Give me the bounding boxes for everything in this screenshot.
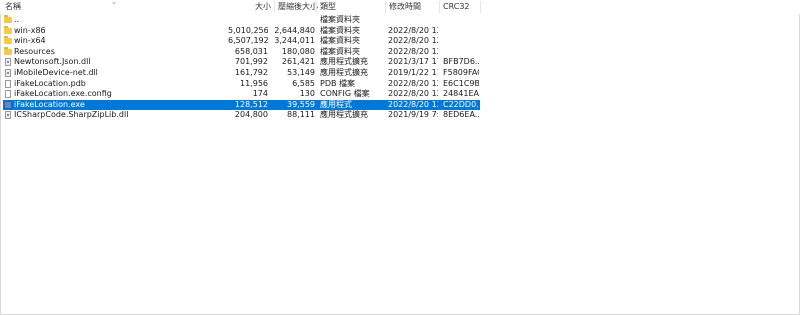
file-row[interactable]: Newtonsoft.Json.dll 701,992 261,421 應用程式擴充 2… [0,57,800,68]
file-packed-size: 2,644,840 [274,25,315,35]
file-modified: 2022/8/20 12:... [388,36,438,46]
file-packed-size: 88,111 [287,110,315,120]
column-divider[interactable] [385,1,386,13]
file-packed-size: 180,080 [281,46,315,56]
dll-file-icon [4,69,12,77]
file-row[interactable]: iMobileDevice-net.dll 161,792 53,149 應用程式擴充… [0,68,800,79]
file-modified: 2022/8/20 12:... [388,46,438,56]
dll-file-icon [4,111,12,120]
file-crc32: 8ED6EA... [443,110,479,120]
file-name: win-x86 [14,25,46,35]
column-crc32[interactable]: CRC32 [443,0,470,14]
file-row[interactable]: iFakeLocation.pdb 11,956 6,585 PDB 檔案 2022/8… [0,79,800,90]
file-row[interactable]: win-x64 6,507,192 3,244,011 檔案資料夾 2022/8/20 … [0,36,800,47]
folder-icon [4,36,12,45]
dll-file-icon [4,58,12,67]
file-modified: 2019/1/22 11:... [388,68,438,77]
file-size: 174 [252,89,268,99]
column-divider[interactable] [316,1,317,13]
file-modified: 2022/8/20 12:... [388,89,438,99]
file-row[interactable]: iFakeLocation.exe.config 174 130 CONFIG 檔案 2… [0,89,800,100]
file-type: PDB 檔案 [320,78,356,88]
column-name[interactable]: 名稱 [5,0,21,14]
file-size: 701,992 [234,57,268,67]
file-packed-size: 6,585 [292,78,315,88]
file-modified: 2021/9/19 7:20 [388,110,438,120]
file-type: 檔案資料夾 [320,25,360,35]
folder-icon [4,46,12,56]
column-divider[interactable] [439,1,440,13]
file-modified: 2022/8/20 12:... [388,78,438,88]
column-size[interactable]: 大小 [255,0,271,14]
file-name: Newtonsoft.Json.dll [14,57,91,67]
file-icon [4,90,12,99]
file-crc32: E6C1C9B1 [443,78,479,88]
file-name: ICSharpCode.SharpZipLib.dll [14,110,129,120]
file-name: .. [14,15,20,24]
file-type: 檔案資料夾 [320,36,360,46]
file-row[interactable]: ICSharpCode.SharpZipLib.dll 204,800 88,111… [0,110,800,121]
file-size: 204,800 [234,110,268,120]
file-modified: 2022/8/20 12:... [388,99,438,109]
folder-icon [4,25,12,35]
file-name: iFakeLocation.pdb [14,78,86,88]
file-packed-size: 39,559 [287,99,315,109]
column-modified[interactable]: 修改時間 [389,0,421,14]
file-type: 應用程式擴充 [320,110,368,120]
file-icon [4,79,12,88]
file-crc32: 24841EAC [443,89,479,99]
file-row[interactable]: .. 檔案資料夾 [0,15,800,26]
file-name: iMobileDevice-net.dll [14,68,98,77]
file-modified: 2022/8/20 12:... [388,25,438,35]
file-packed-size: 3,244,011 [274,36,315,46]
column-divider[interactable] [274,1,275,13]
file-size: 128,512 [234,99,268,109]
file-crc32: C22DD0... [443,99,479,109]
file-size: 6,507,192 [228,36,268,46]
column-packed-size[interactable]: 壓縮後大小 [278,0,318,14]
file-row[interactable]: Resources 658,031 180,080 檔案資料夾 2022/8/20 12… [0,46,800,58]
file-name: Resources [14,46,55,56]
file-size: 5,010,256 [228,25,268,35]
file-size: 658,031 [234,46,268,56]
file-type: 應用程式擴充 [320,68,368,77]
file-crc32: F5809FAC [443,68,479,77]
column-divider[interactable] [480,1,481,13]
file-type: 檔案資料夾 [320,15,360,24]
file-packed-size: 53,149 [287,68,315,77]
file-type: 應用程式擴充 [320,57,368,67]
file-type: 檔案資料夾 [320,46,360,56]
folder-icon [4,15,12,24]
file-packed-size: 261,421 [281,57,315,67]
file-name: win-x64 [14,36,46,46]
file-name: iFakeLocation.exe.config [14,89,112,99]
file-row-selected[interactable]: iFakeLocation.exe 128,512 39,559 應用程式 2022/8… [0,99,800,111]
file-name: iFakeLocation.exe [14,99,85,109]
file-modified: 2021/3/17 17:... [388,57,438,67]
sort-arrow-icon: ⌄ [111,0,117,6]
file-type: CONFIG 檔案 [320,89,370,99]
file-type: 應用程式 [320,99,352,109]
column-header: 名稱 ⌄ 大小 壓縮後大小 類型 修改時間 CRC32 [0,0,800,14]
column-type[interactable]: 類型 [320,0,336,14]
file-packed-size: 130 [299,89,315,99]
file-crc32: BFB7D6... [443,57,479,67]
exe-icon [4,100,12,109]
file-size: 161,792 [234,68,268,77]
file-size: 11,956 [240,78,268,88]
file-row[interactable]: win-x86 5,010,256 2,644,840 檔案資料夾 2022/8/20 … [0,25,800,37]
